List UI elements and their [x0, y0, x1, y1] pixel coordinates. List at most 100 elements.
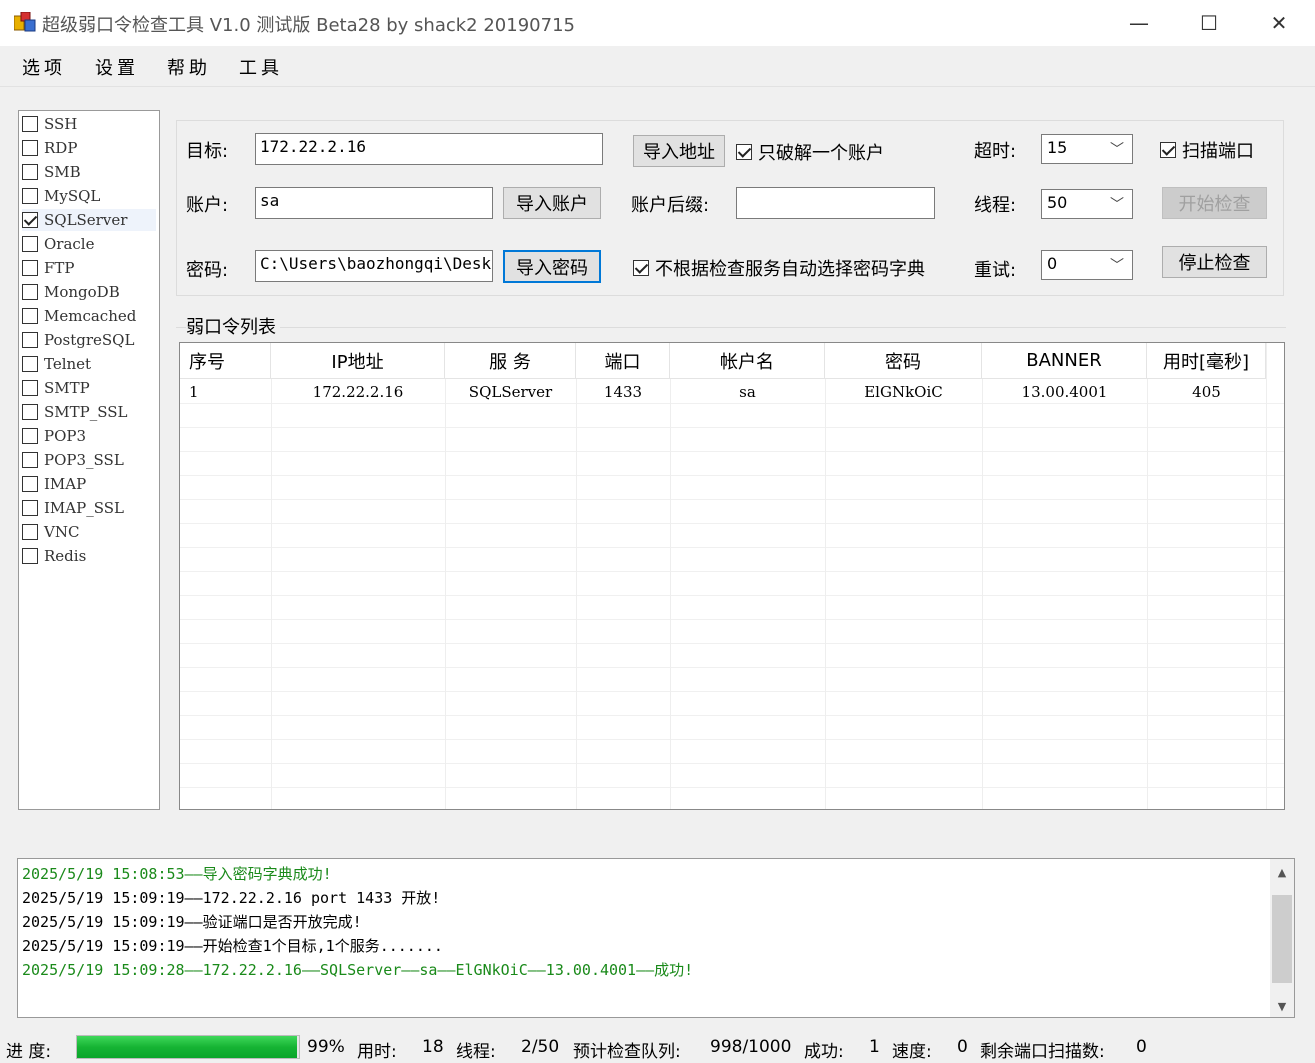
column-header[interactable]: 端口 — [576, 343, 670, 379]
table-cell[interactable]: 1433 — [576, 380, 670, 404]
checkbox-icon[interactable] — [22, 116, 38, 132]
speed-value: 0 — [957, 1037, 968, 1057]
service-label: SMB — [44, 163, 81, 181]
table-cell[interactable]: SQLServer — [445, 380, 576, 404]
auto-dict-label: 不根据检查服务自动选择密码字典 — [655, 259, 925, 280]
checkbox-icon[interactable] — [22, 452, 38, 468]
account-suffix-input[interactable] — [736, 187, 935, 219]
service-label: Redis — [44, 547, 87, 565]
retry-value: 0 — [1047, 254, 1058, 273]
checkbox-icon[interactable] — [22, 236, 38, 252]
row-divider — [180, 451, 1284, 452]
log-line: 2025/5/19 15:09:19——172.22.2.16 port 143… — [22, 889, 441, 907]
column-header[interactable]: 帐户名 — [670, 343, 825, 379]
service-item[interactable]: FTP — [22, 257, 156, 279]
service-item[interactable]: SSH — [22, 113, 156, 135]
maximize-button[interactable]: ☐ — [1174, 0, 1244, 46]
service-item[interactable]: IMAP_SSL — [22, 497, 156, 519]
threads-value: 50 — [1047, 193, 1068, 212]
menu-options[interactable]: 选项 — [22, 54, 66, 80]
column-divider — [670, 343, 671, 809]
service-item[interactable]: POP3_SSL — [22, 449, 156, 471]
log-panel[interactable]: ▲ ▼ 2025/5/19 15:08:53——导入密码字典成功! 2025/5/… — [17, 858, 1295, 1018]
menu-settings[interactable]: 设置 — [95, 54, 139, 80]
menu-tools[interactable]: 工具 — [239, 54, 283, 80]
checkbox-icon[interactable] — [22, 308, 38, 324]
table-cell[interactable]: 13.00.4001 — [982, 380, 1147, 404]
close-button[interactable]: ✕ — [1244, 0, 1314, 46]
checkbox-icon[interactable] — [22, 404, 38, 420]
checkbox-icon[interactable] — [22, 524, 38, 540]
stop-check-button[interactable]: 停止检查 — [1162, 246, 1267, 278]
log-scrollbar[interactable]: ▲ ▼ — [1270, 859, 1294, 1017]
checkbox-icon[interactable] — [22, 428, 38, 444]
checkbox-icon[interactable] — [22, 188, 38, 204]
checkbox-icon[interactable] — [22, 212, 38, 228]
retry-select[interactable]: 0 ﹀ — [1041, 250, 1133, 280]
target-input[interactable]: 172.22.2.16 — [255, 133, 603, 165]
scroll-down-icon[interactable]: ▼ — [1270, 995, 1294, 1017]
password-input[interactable]: C:\Users\baozhongqi\Deskt — [255, 250, 493, 282]
service-item[interactable]: SMTP_SSL — [22, 401, 156, 423]
column-divider — [445, 343, 446, 809]
menu-help[interactable]: 帮助 — [167, 54, 211, 80]
service-item[interactable]: SMTP — [22, 377, 156, 399]
row-divider — [180, 643, 1284, 644]
checkbox-icon[interactable] — [22, 164, 38, 180]
service-item[interactable]: Telnet — [22, 353, 156, 375]
checkbox-icon[interactable] — [22, 476, 38, 492]
service-item[interactable]: RDP — [22, 137, 156, 159]
threads-select[interactable]: 50 ﹀ — [1041, 189, 1133, 219]
service-item[interactable]: Redis — [22, 545, 156, 567]
crack-one-checkbox[interactable]: 只破解一个账户 — [736, 139, 884, 165]
service-item[interactable]: POP3 — [22, 425, 156, 447]
service-label: MongoDB — [44, 283, 120, 301]
column-header[interactable]: 用时[毫秒] — [1147, 343, 1266, 379]
service-item[interactable]: SQLServer — [22, 209, 156, 231]
scan-port-checkbox[interactable]: 扫描端口 — [1160, 137, 1254, 163]
checkbox-icon[interactable] — [22, 140, 38, 156]
scroll-up-icon[interactable]: ▲ — [1270, 861, 1294, 883]
checkbox-icon[interactable] — [22, 500, 38, 516]
checkbox-icon[interactable] — [22, 356, 38, 372]
table-cell[interactable]: 172.22.2.16 — [271, 380, 445, 404]
timeout-select[interactable]: 15 ﹀ — [1041, 134, 1133, 164]
table-cell[interactable]: ElGNkOiC — [825, 380, 982, 404]
service-item[interactable]: MongoDB — [22, 281, 156, 303]
service-label: VNC — [44, 523, 80, 541]
checkbox-icon[interactable] — [22, 380, 38, 396]
minimize-button[interactable]: — — [1104, 0, 1174, 46]
table-cell[interactable]: 405 — [1147, 380, 1266, 404]
service-item[interactable]: Oracle — [22, 233, 156, 255]
table-cell[interactable]: 1 — [180, 380, 271, 404]
account-input[interactable]: sa — [255, 187, 493, 219]
service-label: IMAP_SSL — [44, 499, 124, 517]
service-item[interactable]: PostgreSQL — [22, 329, 156, 351]
account-label: 账户: — [186, 195, 229, 216]
column-header[interactable]: BANNER — [982, 343, 1147, 379]
table-cell[interactable]: sa — [670, 380, 825, 404]
auto-dict-checkbox[interactable]: 不根据检查服务自动选择密码字典 — [633, 255, 925, 281]
service-item[interactable]: VNC — [22, 521, 156, 543]
checkbox-icon[interactable] — [22, 332, 38, 348]
start-check-button[interactable]: 开始检查 — [1162, 187, 1267, 219]
service-item[interactable]: SMB — [22, 161, 156, 183]
import-address-button[interactable]: 导入地址 — [633, 135, 725, 167]
checkbox-icon[interactable] — [22, 260, 38, 276]
scroll-thumb[interactable] — [1272, 895, 1292, 983]
service-item[interactable]: MySQL — [22, 185, 156, 207]
column-header[interactable]: 服 务 — [445, 343, 576, 379]
column-header[interactable]: IP地址 — [271, 343, 445, 379]
checkbox-icon[interactable] — [22, 548, 38, 564]
checkbox-icon[interactable] — [22, 284, 38, 300]
column-header[interactable]: 序号 — [180, 343, 271, 379]
service-item[interactable]: IMAP — [22, 473, 156, 495]
column-header[interactable]: 密码 — [825, 343, 982, 379]
results-table[interactable]: 序号 IP地址服 务端口 帐户名 密码 BANNER 用时[毫秒] 1 172.22.2.16… — [179, 342, 1285, 810]
import-account-button[interactable]: 导入账户 — [503, 187, 601, 219]
service-label: FTP — [44, 259, 75, 277]
service-item[interactable]: Memcached — [22, 305, 156, 327]
chevron-down-icon: ﹀ — [1110, 258, 1124, 274]
progress-bar — [76, 1035, 300, 1059]
import-password-button[interactable]: 导入密码 — [503, 250, 601, 283]
